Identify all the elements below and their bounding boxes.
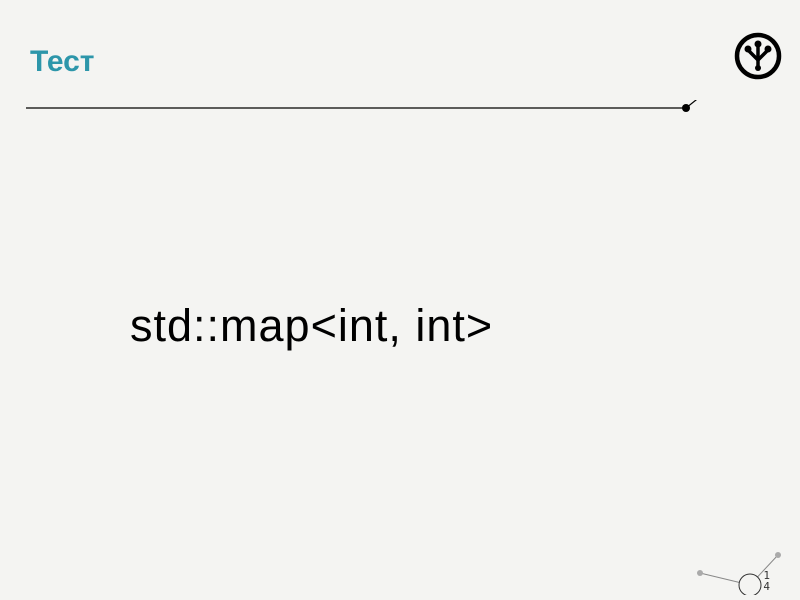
footer-decoration-icon: [690, 535, 790, 595]
tree-logo-icon: [734, 32, 782, 80]
header-divider-line: [26, 100, 786, 160]
page-number: 1 4: [763, 570, 770, 592]
slide-title: Тест: [30, 45, 95, 79]
page-number-2: 4: [763, 581, 770, 592]
slide-content: std::map<int, int>: [130, 300, 493, 352]
